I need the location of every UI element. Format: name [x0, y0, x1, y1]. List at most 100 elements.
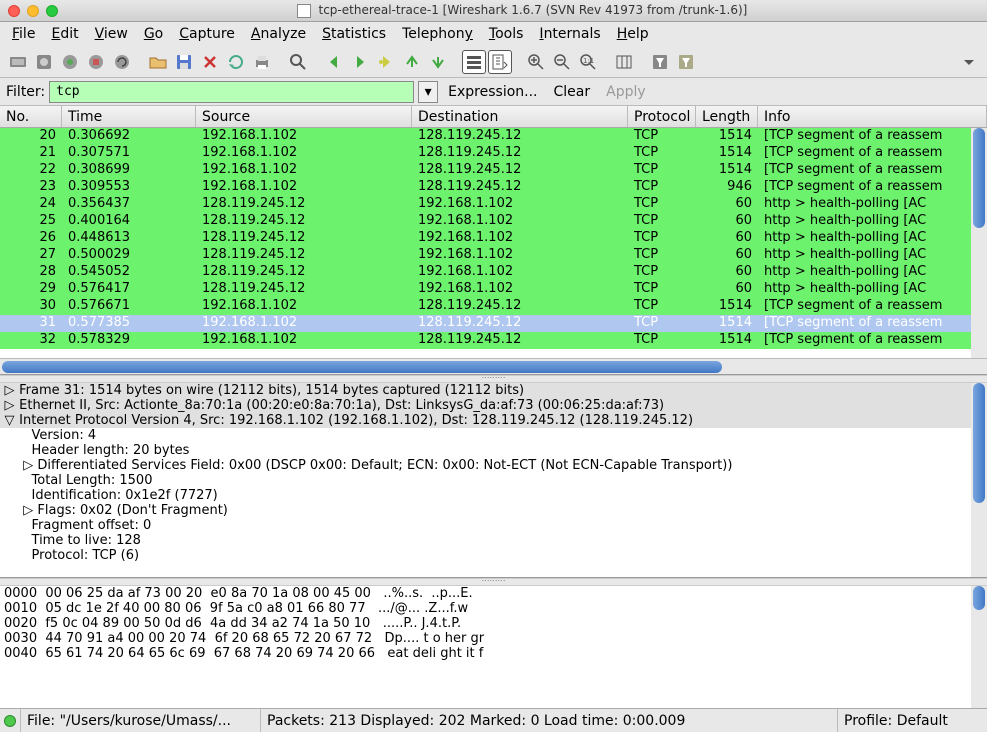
packet-row[interactable]: 310.577385192.168.1.102128.119.245.12TCP… [0, 315, 987, 332]
detail-line[interactable]: Identification: 0x1e2f (7727) [0, 488, 987, 503]
menu-capture[interactable]: Capture [173, 24, 241, 44]
filter-expression-button[interactable]: Expression... [442, 84, 543, 100]
column-header-length[interactable]: Length [696, 106, 758, 127]
packet-list-hscrollbar[interactable] [0, 358, 987, 374]
tool-autoscroll-icon[interactable] [488, 50, 512, 74]
status-profile[interactable]: Profile: Default [837, 709, 987, 732]
tool-zoom-reset-icon[interactable]: 1:1 [576, 50, 600, 74]
filter-apply-button[interactable]: Apply [600, 84, 652, 100]
hex-line[interactable]: 0030 44 70 91 a4 00 00 20 74 6f 20 68 65… [0, 631, 987, 646]
tool-go-first-icon[interactable] [400, 50, 424, 74]
tool-find-icon[interactable] [286, 50, 310, 74]
tool-go-last-icon[interactable] [426, 50, 450, 74]
tool-overflow-icon[interactable] [957, 50, 981, 74]
column-header-time[interactable]: Time [62, 106, 196, 127]
tool-stop-capture-icon[interactable] [84, 50, 108, 74]
packet-row[interactable]: 260.448613128.119.245.12192.168.1.102TCP… [0, 230, 987, 247]
menu-tools[interactable]: Tools [483, 24, 530, 44]
packet-row[interactable]: 220.308699192.168.1.102128.119.245.12TCP… [0, 162, 987, 179]
tool-interfaces-icon[interactable] [6, 50, 30, 74]
filter-dropdown[interactable]: ▾ [418, 81, 438, 103]
menu-telephony[interactable]: Telephony [396, 24, 479, 44]
menu-internals[interactable]: Internals [533, 24, 606, 44]
packet-row[interactable]: 240.356437128.119.245.12192.168.1.102TCP… [0, 196, 987, 213]
tree-toggle-icon[interactable] [4, 548, 15, 563]
tree-toggle-icon[interactable] [4, 518, 15, 533]
packet-details[interactable]: ▷ Frame 31: 1514 bytes on wire (12112 bi… [0, 383, 987, 578]
tool-close-icon[interactable] [198, 50, 222, 74]
tree-toggle-icon[interactable] [4, 533, 15, 548]
filter-clear-button[interactable]: Clear [548, 84, 597, 100]
tool-restart-capture-icon[interactable] [110, 50, 134, 74]
hex-vscrollbar[interactable] [971, 586, 987, 708]
packet-row[interactable]: 290.576417128.119.245.12192.168.1.102TCP… [0, 281, 987, 298]
menu-analyze[interactable]: Analyze [245, 24, 312, 44]
detail-line[interactable]: ▷ Differentiated Services Field: 0x00 (D… [0, 458, 987, 473]
menu-view[interactable]: View [89, 24, 134, 44]
packet-row[interactable]: 200.306692192.168.1.102128.119.245.12TCP… [0, 128, 987, 145]
tree-toggle-icon[interactable] [4, 473, 15, 488]
tree-toggle-icon[interactable] [4, 428, 15, 443]
packet-row[interactable]: 300.576671192.168.1.102128.119.245.12TCP… [0, 298, 987, 315]
tool-reload-icon[interactable] [224, 50, 248, 74]
hex-line[interactable]: 0040 65 61 74 20 64 65 6c 69 67 68 74 20… [0, 646, 987, 661]
window-minimize-button[interactable] [27, 5, 39, 17]
splitter-1[interactable]: ⋯⋯⋯ [0, 375, 987, 383]
tool-zoom-in-icon[interactable] [524, 50, 548, 74]
window-maximize-button[interactable] [46, 5, 58, 17]
tool-options-icon[interactable] [32, 50, 56, 74]
column-header-protocol[interactable]: Protocol [628, 106, 696, 127]
tool-save-icon[interactable] [172, 50, 196, 74]
packet-row[interactable]: 210.307571192.168.1.102128.119.245.12TCP… [0, 145, 987, 162]
detail-line[interactable]: Protocol: TCP (6) [0, 548, 987, 563]
tool-go-forward-icon[interactable] [348, 50, 372, 74]
filter-input[interactable] [49, 81, 414, 103]
window-close-button[interactable] [8, 5, 20, 17]
packet-list-body[interactable]: 200.306692192.168.1.102128.119.245.12TCP… [0, 128, 987, 358]
detail-line[interactable]: Fragment offset: 0 [0, 518, 987, 533]
menu-edit[interactable]: Edit [45, 24, 84, 44]
menu-file[interactable]: File [6, 24, 41, 44]
column-header-info[interactable]: Info [758, 106, 987, 127]
tool-display-filters-icon[interactable] [674, 50, 698, 74]
tree-toggle-icon[interactable] [4, 488, 15, 503]
menu-help[interactable]: Help [611, 24, 655, 44]
detail-line[interactable]: ▽ Internet Protocol Version 4, Src: 192.… [0, 413, 987, 428]
tree-toggle-icon[interactable] [4, 503, 15, 518]
tree-toggle-icon[interactable]: ▷ [4, 383, 15, 398]
tool-go-to-packet-icon[interactable] [374, 50, 398, 74]
tool-resize-columns-icon[interactable] [612, 50, 636, 74]
packet-row[interactable]: 280.545052128.119.245.12192.168.1.102TCP… [0, 264, 987, 281]
packet-row[interactable]: 230.309553192.168.1.102128.119.245.12TCP… [0, 179, 987, 196]
menu-go[interactable]: Go [138, 24, 169, 44]
tool-capture-filters-icon[interactable] [648, 50, 672, 74]
packet-row[interactable]: 320.578329192.168.1.102128.119.245.12TCP… [0, 332, 987, 349]
detail-line[interactable]: ▷ Frame 31: 1514 bytes on wire (12112 bi… [0, 383, 987, 398]
menu-statistics[interactable]: Statistics [316, 24, 392, 44]
tool-start-capture-icon[interactable] [58, 50, 82, 74]
tool-colorize-icon[interactable] [462, 50, 486, 74]
tree-toggle-icon[interactable]: ▽ [4, 413, 15, 428]
hex-line[interactable]: 0010 05 dc 1e 2f 40 00 80 06 9f 5a c0 a8… [0, 601, 987, 616]
tool-go-back-icon[interactable] [322, 50, 346, 74]
tool-print-icon[interactable] [250, 50, 274, 74]
column-header-source[interactable]: Source [196, 106, 412, 127]
tool-zoom-out-icon[interactable] [550, 50, 574, 74]
expert-info-led-icon[interactable] [4, 715, 16, 727]
packet-row[interactable]: 270.500029128.119.245.12192.168.1.102TCP… [0, 247, 987, 264]
detail-line[interactable]: Version: 4 [0, 428, 987, 443]
detail-line[interactable]: Header length: 20 bytes [0, 443, 987, 458]
splitter-2[interactable]: ⋯⋯⋯ [0, 578, 987, 586]
detail-line[interactable]: Time to live: 128 [0, 533, 987, 548]
tool-open-icon[interactable] [146, 50, 170, 74]
tree-toggle-icon[interactable]: ▷ [4, 398, 15, 413]
column-header-destination[interactable]: Destination [412, 106, 628, 127]
hex-line[interactable]: 0020 f5 0c 04 89 00 50 0d d6 4a dd 34 a2… [0, 616, 987, 631]
packet-list-vscrollbar[interactable] [971, 128, 987, 358]
hex-line[interactable]: 0000 00 06 25 da af 73 00 20 e0 8a 70 1a… [0, 586, 987, 601]
tree-toggle-icon[interactable] [4, 458, 15, 473]
column-header-no[interactable]: No. [0, 106, 62, 127]
packet-row[interactable]: 250.400164128.119.245.12192.168.1.102TCP… [0, 213, 987, 230]
detail-line[interactable]: ▷ Flags: 0x02 (Don't Fragment) [0, 503, 987, 518]
detail-line[interactable]: ▷ Ethernet II, Src: Actionte_8a:70:1a (0… [0, 398, 987, 413]
